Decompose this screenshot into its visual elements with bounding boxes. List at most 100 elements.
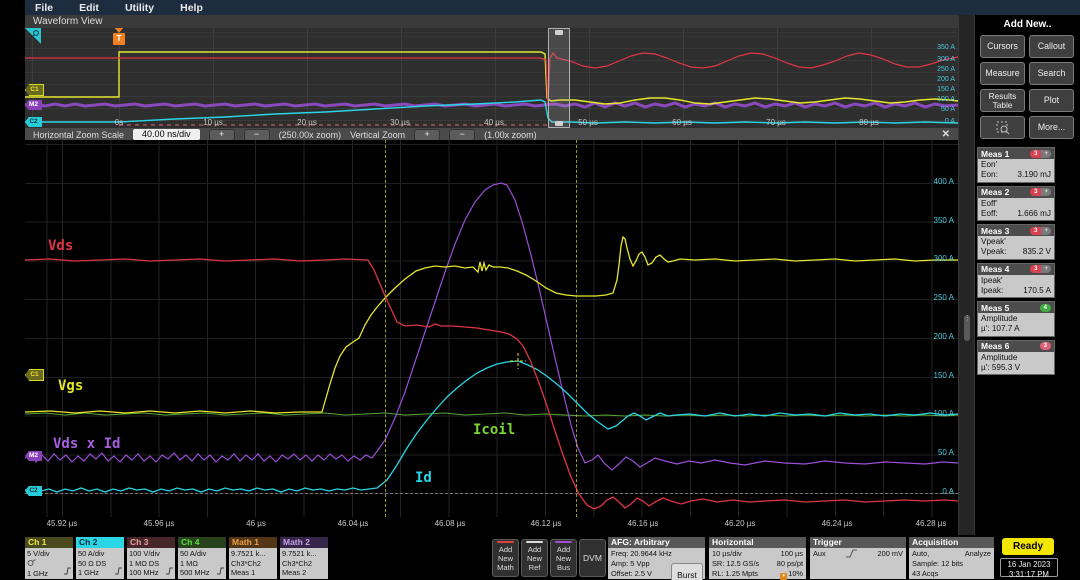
meas-line1: Amplitude — [981, 314, 1051, 324]
vzoom-minus-button[interactable]: − — [449, 129, 475, 141]
vzoom-factor: (1.00x zoom) — [484, 130, 537, 140]
acq-mode: Auto, — [912, 549, 929, 559]
meas-line1: Eon' — [981, 160, 1051, 170]
menu-help[interactable]: Help — [180, 2, 203, 14]
vds-trace — [25, 259, 958, 509]
meas-6-badge[interactable]: Meas 6 3 Amplitude µ': 595.3 V — [977, 340, 1055, 376]
acq-analyze: Analyze — [965, 549, 991, 559]
add-new-bus-button[interactable]: Add New Bus — [550, 539, 577, 577]
meas-5-badge[interactable]: Meas 5 4 Amplitude µ': 107.7 A — [977, 301, 1055, 337]
dvm-button[interactable]: DVM — [579, 539, 606, 577]
acquisition-panel[interactable]: Acquisition Auto,Analyze Sample: 12 bits… — [909, 537, 994, 579]
ch1-badge[interactable]: Ch 1 5 V/div 1 GHz — [25, 537, 73, 579]
zoom-window-handle[interactable] — [548, 28, 570, 128]
main-y-label: 50 A — [914, 448, 954, 457]
afg-amp: Amp: 5 Vpp — [611, 559, 673, 569]
zoom-select-button[interactable] — [980, 116, 1025, 139]
ch3-badge[interactable]: Ch 3 100 V/div 1 MΩ DS 100 MHz — [127, 537, 175, 579]
meas-2-badge[interactable]: Meas 2 3+ Eoff' Eoff:1.666 mJ — [977, 186, 1055, 222]
horizontal-panel[interactable]: Horizontal 10 µs/div100 µs SR: 12.5 GS/s… — [709, 537, 806, 579]
cursors-button[interactable]: Cursors — [980, 35, 1025, 58]
main-y-label: 100 A — [914, 409, 954, 418]
hzoom-factor: (250.00x zoom) — [279, 130, 342, 140]
measure-button[interactable]: Measure — [980, 62, 1025, 85]
menu-edit[interactable]: Edit — [79, 2, 99, 14]
time-text: 3:31:17 PM — [1001, 570, 1057, 580]
add-new-ref-label: Add New Ref — [522, 545, 547, 572]
overview-zoom-icon[interactable] — [25, 28, 41, 44]
menu-file[interactable]: File — [35, 2, 53, 14]
horizontal-window: 100 µs — [781, 549, 803, 559]
math1-badge[interactable]: Math 1 9.7521 k... Ch3*Ch2 Meas 1 — [229, 537, 277, 579]
ch-scale: 5 V/div — [27, 549, 71, 559]
main-x-label: 45.92 µs — [35, 519, 89, 528]
math-expression: Ch3*Ch2 — [282, 559, 326, 569]
meas-source-pill[interactable]: 3 — [1040, 342, 1051, 350]
ch-name: Ch 3 — [127, 537, 175, 548]
main-x-label: 46.24 µs — [810, 519, 864, 528]
overview-vgs-trace — [25, 52, 958, 104]
meas-source-pill[interactable]: 3+ — [1030, 150, 1051, 158]
ch-name: Ch 2 — [76, 537, 124, 548]
main-x-label: 46 µs — [229, 519, 283, 528]
meas-source-pill[interactable]: 3+ — [1030, 227, 1051, 235]
meas-label: µ': — [981, 363, 990, 372]
menu-utility[interactable]: Utility — [125, 2, 154, 14]
burst-button[interactable]: Burst — [671, 563, 703, 580]
add-new-math-label: Add New Math — [493, 545, 518, 572]
add-new-grid: Cursors Callout Measure Search Results T… — [975, 30, 1080, 139]
vzoom-plus-button[interactable]: + — [414, 129, 440, 141]
trigger-panel[interactable]: Trigger Aux 200 mV — [810, 537, 906, 579]
zoom-close-icon[interactable]: ✕ — [942, 129, 950, 140]
meas-source-pill[interactable]: 4 — [1040, 304, 1051, 312]
ch2-badge[interactable]: Ch 2 50 A/div 50 Ω DS 1 GHz — [76, 537, 124, 579]
meas-source-pill[interactable]: 3+ — [1030, 265, 1051, 273]
main-y-label: 200 A — [914, 332, 954, 341]
meas-value: 1.666 mJ — [1017, 209, 1051, 219]
overview-y-label: 350 A — [937, 44, 955, 52]
peak-crosshair-cursor[interactable] — [510, 353, 526, 369]
more-button[interactable]: More... — [1029, 116, 1074, 139]
ch-scale: 100 V/div — [129, 549, 173, 559]
math-color-stripe — [497, 541, 514, 543]
hzoom-minus-button[interactable]: − — [244, 129, 270, 141]
math-scale: 9.7521 k... — [231, 549, 275, 559]
cursor-a-line[interactable] — [385, 140, 386, 517]
hzoom-scale-input[interactable]: 40.00 ns/div — [133, 129, 200, 140]
cursor-b-line[interactable] — [576, 140, 577, 517]
meas-line1: Eoff' — [981, 199, 1051, 209]
callout-button[interactable]: Callout — [1029, 35, 1074, 58]
horizontal-position: 10% — [788, 569, 803, 578]
search-button[interactable]: Search — [1029, 62, 1074, 85]
overview-y-label: 150 A — [937, 86, 955, 94]
plot-button[interactable]: Plot — [1029, 89, 1074, 112]
add-new-math-button[interactable]: Add New Math — [492, 539, 519, 577]
overview-x-label: 30 µs — [380, 118, 420, 127]
meas-line1: Vpeak' — [981, 237, 1051, 247]
ref-color-stripe — [526, 541, 543, 543]
afg-panel[interactable]: AFG: Arbitrary Freq: 20.9644 kHz Amp: 5 … — [608, 537, 705, 579]
main-y-label: 300 A — [914, 254, 954, 263]
meas-1-badge[interactable]: Meas 1 3+ Eon' Eon:3.190 mJ — [977, 147, 1055, 183]
bandwidth-limit-icon — [63, 567, 72, 578]
ch4-badge[interactable]: Ch 4 50 A/div 1 MΩ 500 MHz — [178, 537, 226, 579]
add-new-ref-button[interactable]: Add New Ref — [521, 539, 548, 577]
divider-drag-handle[interactable]: ⋮ — [964, 315, 970, 341]
meas-3-badge[interactable]: Meas 3 3+ Vpeak' Vpeak:835.2 V — [977, 224, 1055, 260]
meas-4-badge[interactable]: Meas 4 3+ Ipeak' Ipeak:170.5 A — [977, 263, 1055, 299]
meas-line1: Ipeak' — [981, 276, 1051, 286]
main-x-label: 46.20 µs — [713, 519, 767, 528]
overview-x-label: 20 µs — [287, 118, 327, 127]
datetime-display: 16 Jan 2023 3:31:17 PM — [1000, 558, 1058, 577]
oscilloscope-screen: File Edit Utility Help Waveform View T C… — [0, 0, 1080, 580]
hzoom-plus-button[interactable]: + — [209, 129, 235, 141]
trigger-marker[interactable]: T — [113, 33, 125, 45]
trigger-source: Aux — [813, 549, 826, 561]
math2-badge[interactable]: Math 2 9.7521 k... Ch3*Ch2 Meas 2 — [280, 537, 328, 579]
main-waveform-plot: Vds Vgs Vds x Id Icoil Id C1 M2 C2 400 A… — [25, 140, 958, 517]
trigger-title: Trigger — [810, 537, 906, 548]
position-icon: ▾ — [780, 573, 787, 580]
results-table-button[interactable]: Results Table — [980, 89, 1025, 112]
vgs-trace — [25, 237, 958, 413]
meas-source-pill[interactable]: 3+ — [1030, 188, 1051, 196]
